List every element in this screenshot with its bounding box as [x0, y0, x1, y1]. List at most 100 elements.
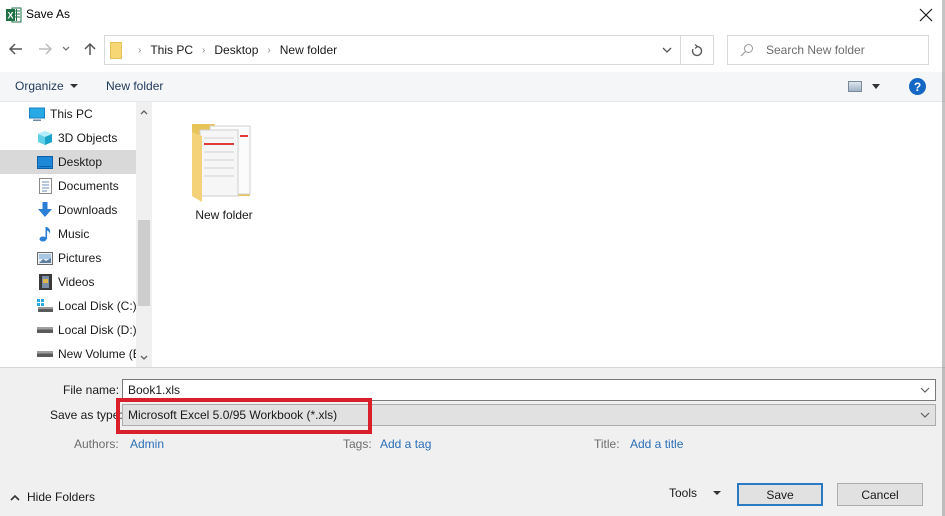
document-icon [37, 178, 53, 194]
sidebar-item-downloads[interactable]: Downloads [0, 198, 136, 222]
sidebar-item-desktop[interactable]: Desktop [0, 150, 136, 174]
search-input[interactable] [766, 41, 924, 59]
forward-button[interactable] [35, 39, 55, 59]
svg-text:X: X [7, 11, 13, 21]
title-bar: X Save As [0, 0, 945, 30]
title-label: Title: [594, 437, 620, 451]
tags-label: Tags: [343, 437, 372, 451]
chevron-down-icon [920, 412, 930, 418]
desktop-icon [37, 154, 53, 170]
film-icon [37, 274, 53, 290]
save-as-type-select[interactable]: Microsoft Excel 5.0/95 Workbook (*.xls) [122, 404, 936, 426]
sidebar-item-label: Pictures [58, 251, 102, 265]
close-icon [919, 8, 933, 22]
arrow-up-icon [84, 42, 96, 55]
chevron-up-icon [10, 494, 20, 501]
authors-link[interactable]: Admin [130, 437, 164, 451]
help-button[interactable]: ? [909, 78, 926, 95]
sidebar-item-music[interactable]: Music [0, 222, 136, 246]
sidebar-item-pictures[interactable]: Pictures [0, 246, 136, 270]
breadcrumb: › This PC › Desktop › New folder [129, 43, 337, 57]
hide-folders-button[interactable]: Hide Folders [10, 490, 95, 504]
sidebar-item-label: Local Disk (D:) [58, 323, 136, 337]
chevron-down-icon [62, 46, 70, 51]
organize-label: Organize [15, 79, 64, 93]
save-as-type-value: Microsoft Excel 5.0/95 Workbook (*.xls) [128, 408, 338, 422]
save-button[interactable]: Save [737, 483, 823, 506]
view-options-dropdown-icon[interactable] [872, 84, 880, 89]
tools-button[interactable]: Tools [669, 486, 722, 500]
authors-label: Authors: [74, 437, 119, 451]
breadcrumb-this-pc[interactable]: This PC [150, 43, 193, 57]
address-dropdown-button[interactable] [660, 43, 674, 57]
system-drive-icon [37, 298, 53, 314]
save-options-panel: File name: Save as type: Microsoft Excel… [0, 367, 945, 516]
caret-down-icon [69, 84, 78, 88]
folder-icon [110, 42, 122, 59]
scroll-down-button[interactable] [138, 351, 150, 363]
scrollbar-thumb[interactable] [138, 220, 150, 306]
download-arrow-icon [37, 202, 53, 218]
sidebar-item-this-pc[interactable]: This PC [0, 102, 136, 126]
breadcrumb-separator[interactable]: › [202, 45, 205, 56]
scroll-up-button[interactable] [138, 106, 150, 118]
save-as-type-dropdown-button[interactable] [920, 410, 930, 420]
chevron-down-icon [920, 387, 930, 393]
folder-item[interactable]: New folder [184, 114, 264, 224]
sidebar-item-local-disk-d[interactable]: Local Disk (D:) [0, 318, 136, 342]
add-tag-link[interactable]: Add a tag [380, 437, 431, 451]
sidebar-item-videos[interactable]: Videos [0, 270, 136, 294]
drive-icon [37, 322, 53, 338]
navigation-bar: › This PC › Desktop › New folder [0, 33, 945, 67]
window-title: Save As [26, 7, 71, 21]
breadcrumb-separator[interactable]: › [267, 45, 270, 56]
refresh-icon [691, 43, 703, 56]
organize-button[interactable]: Organize [15, 79, 78, 93]
chevron-down-icon [140, 355, 148, 360]
search-box[interactable] [727, 35, 929, 65]
cancel-button[interactable]: Cancel [837, 483, 923, 506]
new-folder-button[interactable]: New folder [106, 79, 163, 93]
excel-icon: X [6, 7, 22, 23]
back-button[interactable] [6, 39, 26, 59]
close-button[interactable] [915, 4, 937, 26]
refresh-button[interactable] [681, 35, 714, 65]
chevron-down-icon [662, 47, 672, 53]
sidebar-item-label: Desktop [58, 155, 103, 169]
file-name-input[interactable] [128, 382, 908, 398]
sidebar-item-label: Videos [58, 275, 95, 289]
command-toolbar: Organize New folder [0, 72, 945, 102]
change-view-icon[interactable] [848, 81, 862, 92]
address-bar[interactable]: › This PC › Desktop › New folder [104, 35, 681, 65]
search-icon [740, 44, 753, 57]
file-name-dropdown-button[interactable] [920, 385, 930, 395]
sidebar-item-label: Music [58, 227, 90, 241]
arrow-right-icon [39, 43, 52, 55]
breadcrumb-new-folder[interactable]: New folder [280, 43, 337, 57]
up-button[interactable] [80, 39, 100, 59]
save-as-type-label: Save as type: [50, 408, 123, 422]
sidebar-item-label: Downloads [58, 203, 118, 217]
sidebar-item-3d-objects[interactable]: 3D Objects [0, 126, 136, 150]
sidebar-item-label: 3D Objects [58, 131, 118, 145]
music-note-icon [37, 226, 53, 242]
breadcrumb-separator: › [138, 44, 142, 56]
sidebar-item-label: New Volume (E [58, 347, 136, 361]
navigation-pane: This PC 3D Objects Desktop Documents Dow… [0, 102, 152, 367]
hide-folders-label: Hide Folders [27, 490, 96, 504]
folder-label: New folder [195, 208, 253, 222]
file-list[interactable]: New folder [152, 102, 945, 367]
sidebar-scrollbar[interactable] [136, 102, 152, 367]
sidebar-item-documents[interactable]: Documents [0, 174, 136, 198]
recent-locations-button[interactable] [59, 39, 73, 59]
picture-icon [37, 250, 53, 266]
sidebar-item-local-disk-c[interactable]: Local Disk (C:) [0, 294, 136, 318]
chevron-up-icon [140, 109, 148, 114]
breadcrumb-desktop[interactable]: Desktop [214, 43, 258, 57]
file-name-label: File name: [63, 383, 120, 397]
cube-3d-icon [37, 130, 53, 146]
add-title-link[interactable]: Add a title [630, 437, 683, 451]
file-name-field[interactable] [122, 379, 936, 401]
arrow-left-icon [9, 43, 22, 55]
sidebar-item-new-volume-e[interactable]: New Volume (E [0, 342, 136, 366]
